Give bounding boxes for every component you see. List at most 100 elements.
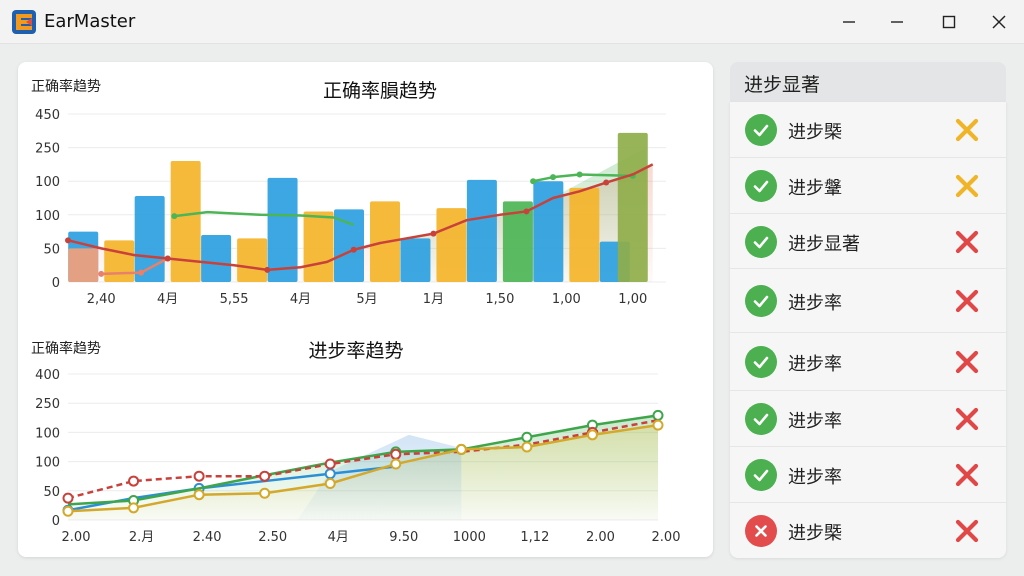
dismiss-x-icon[interactable] <box>954 173 980 199</box>
chart1-bar <box>436 208 467 282</box>
progress-list-item[interactable]: 进步显著 <box>730 214 1006 269</box>
chart2-xtick: 2.00 <box>586 530 615 545</box>
chart2-xtick: 2.00 <box>652 530 681 545</box>
chart1-bar <box>237 238 268 282</box>
check-circle-icon <box>745 403 777 435</box>
error-circle-icon <box>745 514 777 547</box>
chart1-point <box>65 237 71 244</box>
chart1-xtick: 1,00 <box>552 292 581 307</box>
close-button[interactable] <box>976 0 1022 44</box>
progress-list-item[interactable]: 进步率 <box>730 391 1006 447</box>
progress-item-label: 进步槩 <box>788 122 842 143</box>
chart2-ylabel: 正确率趋势 <box>31 340 101 357</box>
chart2-point <box>324 458 336 470</box>
chart1-xtick: 4月 <box>157 292 178 307</box>
chart2-xtick: 2.00 <box>62 530 91 545</box>
sidebar-title: 进步显著 <box>744 74 821 96</box>
chart1-xtick: 1,00 <box>618 292 647 307</box>
chart2-point <box>259 470 271 482</box>
progress-list-item[interactable]: 进步鞶 <box>730 158 1006 214</box>
chart2-xtick: 1,12 <box>520 530 549 545</box>
chart1-xtick: 5,55 <box>220 292 249 307</box>
chart2-point <box>193 470 205 482</box>
chart2-point <box>521 431 533 443</box>
chart1-xtick: 2,40 <box>87 292 116 307</box>
chart1-point <box>164 255 171 262</box>
chart2-point <box>324 468 336 480</box>
chart2-point <box>259 487 271 499</box>
check-circle-icon <box>745 285 777 317</box>
chart1-ytick: 50 <box>43 242 60 257</box>
dismiss-x-icon[interactable] <box>954 462 980 488</box>
minimize-button[interactable] <box>826 0 872 44</box>
dismiss-x-icon[interactable] <box>954 518 980 544</box>
dismiss-x-icon[interactable] <box>954 229 980 255</box>
chart1-point <box>264 266 271 273</box>
chart1-xtick: 1,50 <box>485 292 514 307</box>
sidebar-header: 进步显著 <box>730 62 1006 102</box>
progress-item-label: 进步显著 <box>788 233 860 255</box>
progress-item-label: 进步鞶 <box>788 178 842 199</box>
chart2-point <box>390 448 402 460</box>
app-title: EarMaster <box>44 11 136 32</box>
progress-item-label: 进步率 <box>788 411 842 432</box>
chart2-point <box>193 489 205 501</box>
progress-list-item[interactable]: 进步率 <box>730 333 1006 391</box>
chart1-point <box>530 178 537 185</box>
progress-list-item[interactable]: 进步率 <box>730 447 1006 503</box>
chart2-ytick: 0 <box>52 514 60 529</box>
maximize-icon <box>942 15 956 29</box>
minimize-icon <box>843 21 855 23</box>
check-circle-icon <box>745 170 777 202</box>
chart1-xtick: 4月 <box>290 292 311 307</box>
chart2-point <box>390 458 402 470</box>
progress-item-label: 进步率 <box>788 354 842 375</box>
chart2-point <box>521 441 533 453</box>
chart1-xtick: 5月 <box>356 292 377 307</box>
chart2-xtick: 9.50 <box>389 530 418 545</box>
dismiss-x-icon[interactable] <box>954 117 980 143</box>
chart1-bar <box>569 187 600 282</box>
minimize-icon <box>891 21 903 23</box>
chart2-point <box>62 492 74 504</box>
progress-list: 进步槩 进步鞶 进步显著 进步率 进步率 进步率 进步率 进步槩 <box>730 102 1006 558</box>
charts-canvas: 正确率趋势 正确率䐣趋势 正确率趋势 进步率趋势 0 50 100 100 250 450… <box>31 78 681 545</box>
chart1-point <box>576 171 583 178</box>
chart1-point <box>523 208 530 215</box>
chart1-title: 正确率䐣趋势 <box>323 80 437 102</box>
chart1-point <box>171 213 178 220</box>
chart2-point <box>652 409 664 421</box>
minimize-button-secondary[interactable] <box>874 0 920 44</box>
progress-list-item[interactable]: 进步槩 <box>730 503 1006 558</box>
chart2-point <box>62 505 74 517</box>
chart1-ytick: 100 <box>35 209 60 224</box>
chart1-point <box>350 246 357 253</box>
earmaster-logo-icon <box>12 10 36 34</box>
chart2-xtick: 2.月 <box>129 530 154 545</box>
progress-list-item[interactable]: 进步率 <box>730 269 1006 333</box>
dismiss-x-icon[interactable] <box>954 288 980 314</box>
chart1-ytick: 450 <box>35 108 60 123</box>
chart1-bar <box>104 240 135 282</box>
chart1-point <box>603 179 610 186</box>
chart1-bar <box>201 234 232 282</box>
chart1-point <box>138 269 145 276</box>
chart1-bar <box>68 248 99 282</box>
dismiss-x-icon[interactable] <box>954 349 980 375</box>
chart2-xtick: 2.50 <box>258 530 287 545</box>
chart2-point <box>455 443 467 455</box>
chart2-point <box>652 419 664 431</box>
chart2-ytick: 250 <box>35 397 60 412</box>
chart1-point <box>550 174 557 181</box>
chart1-bar <box>466 179 497 282</box>
chart-panel: 正确率趋势 正确率䐣趋势 正确率趋势 进步率趋势 0 50 100 100 250 450… <box>18 62 713 557</box>
progress-list-item[interactable]: 进步槩 <box>730 102 1006 158</box>
chart2-point <box>128 475 140 487</box>
chart1-ytick: 250 <box>35 142 60 157</box>
chart2-xtick: 2.40 <box>193 530 222 545</box>
chart1-bar <box>170 161 201 282</box>
chart1-bar <box>617 132 648 282</box>
chart2-point <box>586 429 598 441</box>
maximize-button[interactable] <box>926 0 972 44</box>
dismiss-x-icon[interactable] <box>954 406 980 432</box>
